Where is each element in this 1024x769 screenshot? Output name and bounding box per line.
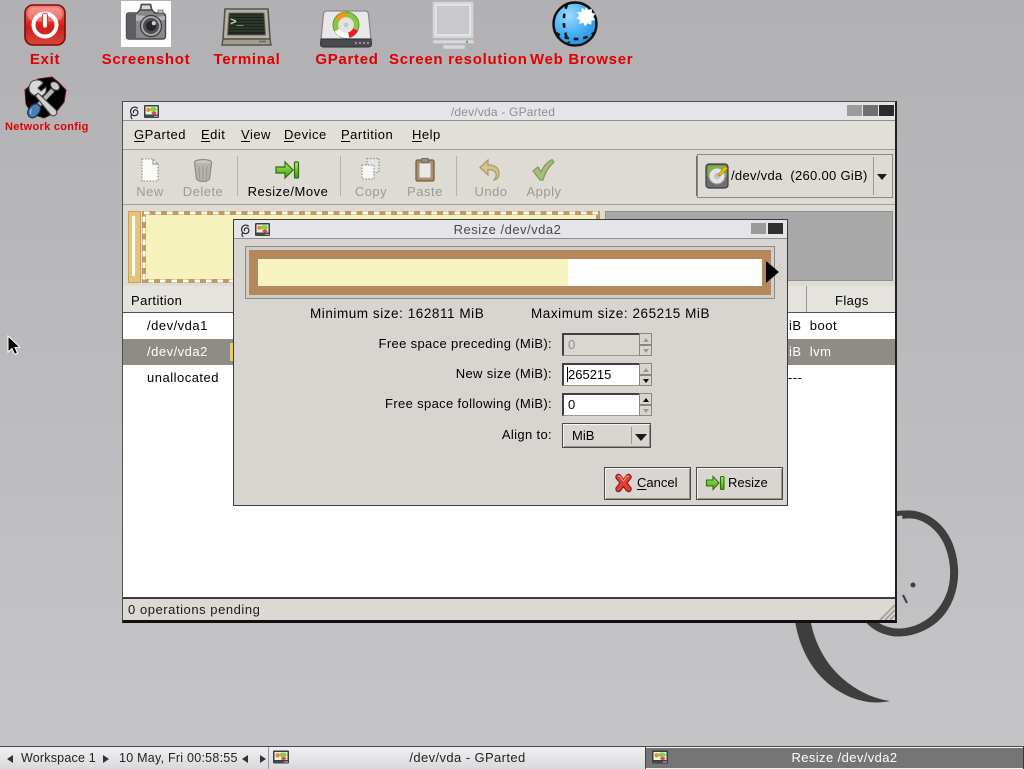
svg-text:>_: >_ bbox=[230, 17, 244, 29]
